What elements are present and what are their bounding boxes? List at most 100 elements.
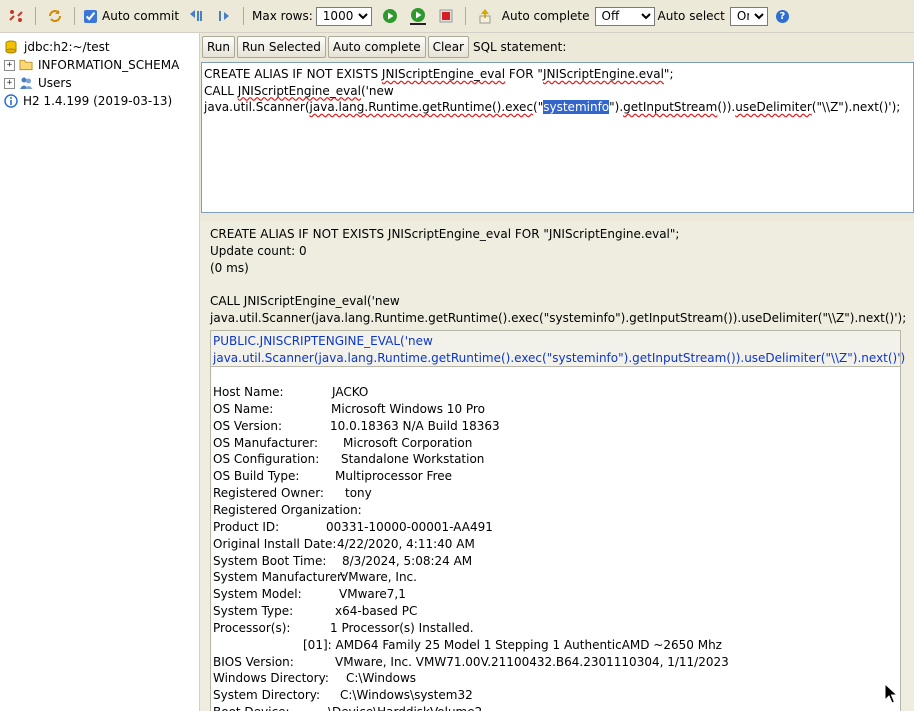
tree-item-label: Users <box>38 76 72 90</box>
commit-icon[interactable] <box>214 6 234 26</box>
auto-select-select[interactable]: On <box>729 6 768 26</box>
editor-text: getInputStream <box>623 100 718 114</box>
sysinfo-row: Registered Organization: <box>213 502 362 519</box>
run-button[interactable]: Run <box>202 36 236 58</box>
max-rows-label: Max rows: <box>252 9 313 23</box>
history-icon[interactable] <box>475 6 495 26</box>
editor-selection: systeminfo <box>543 100 610 114</box>
sysinfo-row: OS Manufacturer: Microsoft Corporation <box>213 435 472 452</box>
toolbar-separator <box>74 7 75 25</box>
editor-text: FOR " <box>505 67 543 81</box>
sysinfo-key: OS Name: <box>213 401 274 416</box>
execution-time: (0 ms) <box>210 261 249 275</box>
sysinfo-value: Standalone Workstation <box>341 452 485 467</box>
tree-item-label: INFORMATION_SCHEMA <box>38 58 180 72</box>
sysinfo-row: Boot Device:\Device\HarddiskVolume2 <box>213 704 482 711</box>
database-icon <box>5 40 19 54</box>
run-selected-button[interactable]: Run Selected <box>237 36 326 58</box>
sysinfo-key: OS Version: <box>213 418 283 433</box>
sysinfo-row: Windows Directory: C:\Windows <box>213 670 416 687</box>
editor-text: ('new <box>360 83 394 98</box>
sysinfo-value: tony <box>345 486 372 501</box>
sysinfo-key: Boot Device: <box>213 704 328 711</box>
folder-icon <box>19 58 33 72</box>
auto-select-label: Auto select <box>657 9 725 23</box>
sysinfo-key: System Manufacturer: <box>213 570 346 585</box>
sysinfo-value: JACKO <box>332 385 369 399</box>
editor-text: CALL <box>204 83 238 98</box>
sysinfo-row: Processor(s): 1 Processor(s) Installed. <box>213 620 474 637</box>
tree-item-version: H2 1.4.199 (2019-03-13) <box>4 92 172 110</box>
run-selected-icon[interactable] <box>408 6 428 26</box>
auto-commit-label: Auto commit <box>102 9 180 23</box>
result-column-header[interactable]: PUBLIC.JNISCRIPTENGINE_EVAL('new java.ut… <box>211 331 906 367</box>
sysinfo-key: System Boot Time: <box>213 553 327 568</box>
expand-icon[interactable]: + <box>4 59 15 71</box>
editor-text: useDelimiter <box>735 100 812 114</box>
sql-editor[interactable]: CREATE ALIAS IF NOT EXISTS JNIScriptEngi… <box>201 62 914 213</box>
sysinfo-row: System Type: x64-based PC <box>213 603 417 620</box>
tree-item-information-schema[interactable]: + INFORMATION_SCHEMA <box>0 56 179 74</box>
sysinfo-value: Microsoft Windows 10 Pro <box>331 401 485 416</box>
editor-text: ("\\Z").next()'); <box>811 100 901 114</box>
result-statement: java.util.Scanner(java.lang.Runtime.getR… <box>210 311 907 325</box>
sysinfo-row: OS Version: 10.0.18363 N/A Build 18363 <box>213 418 500 435</box>
help-icon[interactable]: ? <box>775 9 789 23</box>
sysinfo-row: System Manufacturer:VMware, Inc. <box>213 569 417 586</box>
sql-button-bar: Run Run Selected Auto complete Clear SQL… <box>200 33 566 61</box>
result-statement: CREATE ALIAS IF NOT EXISTS JNIScriptEngi… <box>210 227 680 241</box>
sysinfo-row: Registered Owner: tony <box>213 485 372 502</box>
sysinfo-row: Host Name: JACKO <box>213 384 368 401</box>
run-icon[interactable] <box>380 6 400 26</box>
auto-commit-checkbox[interactable] <box>84 9 97 23</box>
disconnect-icon[interactable] <box>6 6 26 26</box>
rollback-icon[interactable] <box>186 6 206 26</box>
sysinfo-value: 1 Processor(s) Installed. <box>330 620 474 635</box>
sysinfo-row: Product ID: 00331-10000-00001-AA491 <box>213 519 493 536</box>
sysinfo-row: Original Install Date:4/22/2020, 4:11:40… <box>213 536 475 553</box>
tree-item-users[interactable]: + Users <box>0 74 72 92</box>
tree-item-label: H2 1.4.199 (2019-03-13) <box>23 94 173 108</box>
sysinfo-value: VMware, Inc. <box>340 570 417 585</box>
results-panel: CREATE ALIAS IF NOT EXISTS JNIScriptEngi… <box>200 221 914 711</box>
sysinfo-value: 8/3/2024, 5:08:24 AM <box>342 553 473 568</box>
auto-complete-label: Auto complete <box>501 9 590 23</box>
max-rows-select[interactable]: 1000 <box>315 6 372 26</box>
update-count: Update count: 0 <box>210 244 307 258</box>
auto-complete-select[interactable]: Off <box>594 6 655 26</box>
editor-text: "). <box>609 100 624 114</box>
sysinfo-key: Product ID: <box>213 519 280 534</box>
clear-button[interactable]: Clear <box>427 36 469 58</box>
sysinfo-value: x64-based PC <box>335 604 418 619</box>
column-header-line: java.util.Scanner(java.lang.Runtime.getR… <box>213 351 906 365</box>
result-statement: CALL JNIScriptEngine_eval('new <box>210 294 400 308</box>
sysinfo-row: System Model: VMware7,1 <box>213 586 406 603</box>
sysinfo-key: BIOS Version: <box>213 654 294 669</box>
sysinfo-row: OS Build Type: Multiprocessor Free <box>213 468 452 485</box>
editor-text: ()). <box>717 100 736 114</box>
toolbar-separator <box>243 7 245 25</box>
editor-text: CREATE ALIAS IF NOT EXISTS <box>204 67 382 81</box>
sysinfo-key: Original Install Date: <box>213 536 337 551</box>
editor-text: JNIScriptEngine_eval <box>381 67 506 81</box>
sysinfo-key: Registered Organization: <box>213 502 362 517</box>
sysinfo-key: OS Build Type: <box>213 469 300 484</box>
sysinfo-key: System Directory: <box>213 688 321 703</box>
tree-item-connection[interactable]: jdbc:h2:~/test <box>5 38 110 56</box>
editor-text: "; <box>663 67 674 81</box>
auto-complete-button[interactable]: Auto complete <box>327 36 426 58</box>
expand-icon[interactable]: + <box>4 77 15 89</box>
stop-icon[interactable] <box>436 6 456 26</box>
sql-statement-label: SQL statement: <box>472 40 567 54</box>
sysinfo-value: 00331-10000-00001-AA491 <box>326 519 493 534</box>
tree-item-label: jdbc:h2:~/test <box>24 40 110 54</box>
mouse-pointer-icon <box>884 682 899 708</box>
sysinfo-key: System Type: <box>213 604 294 619</box>
sysinfo-value: 10.0.18363 N/A Build 18363 <box>330 418 500 433</box>
refresh-icon[interactable] <box>45 6 65 26</box>
sysinfo-row: BIOS Version: VMware, Inc. VMW71.00V.2110… <box>213 654 729 671</box>
sysinfo-value: C:\Windows\system32 <box>340 688 473 703</box>
editor-text: JNIScriptEngine.eval <box>542 67 664 81</box>
query-pane: Run Run Selected Auto complete Clear SQL… <box>200 33 914 711</box>
sysinfo-value: Microsoft Corporation <box>343 435 473 450</box>
